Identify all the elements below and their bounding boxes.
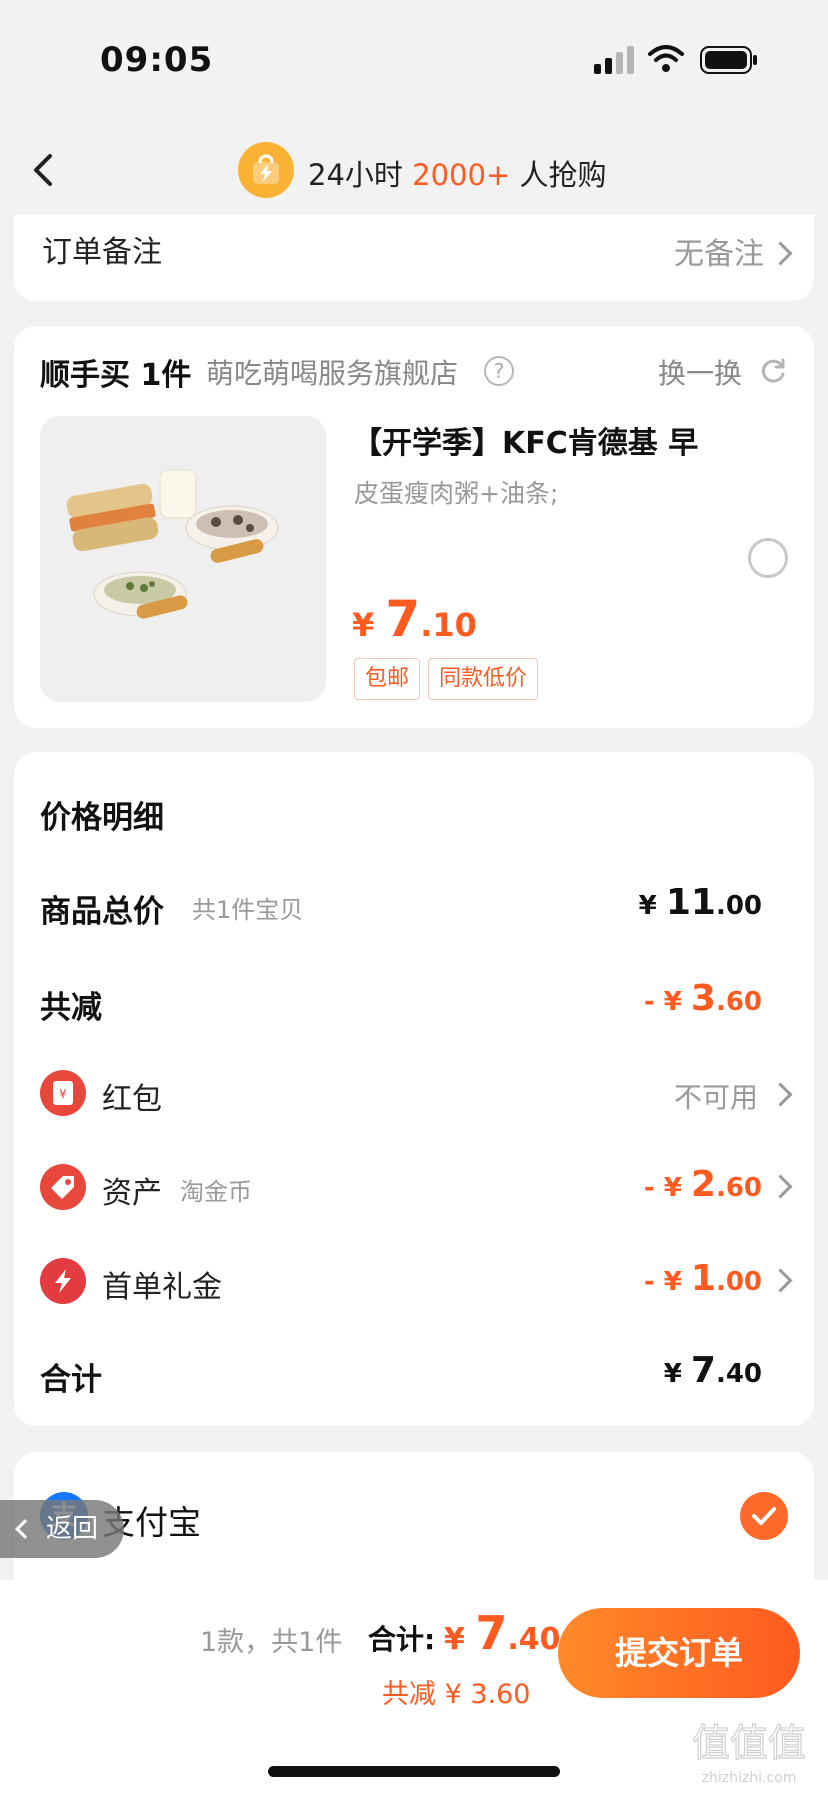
- discount-total-label: 共减: [40, 990, 102, 1026]
- assets-sub: 淘金币: [180, 1178, 252, 1206]
- total-int: 7: [690, 1350, 716, 1391]
- page-title: 24小时 2000+ 人抢购: [308, 152, 606, 194]
- item-count: 1款，共1件: [200, 1627, 343, 1658]
- add-on-select-radio[interactable]: [748, 538, 788, 578]
- add-on-card: 顺手买 1件 萌吃萌喝服务旗舰店 ? 换一换 【开学季】KFC肯德基 早 皮蛋瘦…: [14, 326, 814, 728]
- chevron-right-icon: [772, 243, 786, 267]
- red-packet-icon: ¥: [40, 1070, 86, 1116]
- tag-icon: [40, 1164, 86, 1210]
- product-image[interactable]: [40, 416, 326, 702]
- product-price: ¥ 7.10: [352, 590, 477, 648]
- battery-icon: [700, 46, 757, 74]
- add-on-title: 顺手买 1件: [40, 358, 192, 393]
- product-price-currency: ¥: [352, 606, 386, 644]
- bottom-saving: 共减 ¥ 3.60: [382, 1679, 531, 1710]
- goods-total-label: 商品总价: [40, 894, 164, 930]
- product-price-int: 7: [385, 590, 421, 648]
- assets-amount[interactable]: - ¥ 2.60: [644, 1164, 762, 1205]
- back-chevron-icon[interactable]: [28, 150, 58, 190]
- goods-total-currency: ¥: [638, 891, 666, 921]
- chevron-right-icon: [772, 1084, 786, 1108]
- product-spec: 皮蛋瘦肉粥+油条;: [354, 479, 559, 508]
- discount-total-amount: - ¥ 3.60: [644, 978, 762, 1019]
- goods-total-amount: ¥ 11.00: [639, 882, 762, 923]
- submit-order-button[interactable]: 提交订单: [558, 1608, 800, 1698]
- payment-selected-check-icon[interactable]: [740, 1492, 788, 1540]
- goods-total-sub: 共1件宝贝: [192, 896, 304, 924]
- assets-int: 2: [690, 1164, 716, 1205]
- bottom-total-dec: .40: [507, 1622, 561, 1657]
- watermark-text: 值值值: [692, 1721, 806, 1765]
- red-packet-label: 红包: [102, 1082, 162, 1117]
- goods-total-dec: .00: [715, 891, 762, 921]
- chevron-right-icon: [772, 1270, 786, 1294]
- first-order-amount[interactable]: - ¥ 1.00: [644, 1258, 762, 1299]
- first-order-int: 1: [690, 1258, 716, 1299]
- first-order-label: 首单礼金: [102, 1270, 222, 1305]
- swap-button[interactable]: 换一换: [658, 352, 742, 392]
- red-packet-value[interactable]: 不可用: [674, 1076, 758, 1116]
- bottom-total-int: 7: [475, 1606, 508, 1660]
- tag-low-price: 同款低价: [428, 658, 539, 700]
- bottom-total-label: 合计:: [368, 1623, 436, 1656]
- wifi-icon: [648, 45, 684, 72]
- watermark-logo: 值值值 zhizhizhi.com: [691, 1720, 806, 1786]
- assets-dec: .60: [715, 1173, 762, 1203]
- chevron-right-icon: [772, 1176, 786, 1200]
- price-detail-heading: 价格明细: [40, 800, 164, 836]
- bottom-total-amount: ¥ 7.40: [444, 1606, 561, 1660]
- help-icon[interactable]: ?: [484, 356, 514, 386]
- price-detail-card: 价格明细 商品总价 共1件宝贝 ¥ 11.00 共减 - ¥ 3.60 ¥ 红包…: [14, 752, 814, 1426]
- total-currency: ¥: [663, 1359, 691, 1389]
- discount-total-int: 3: [690, 978, 716, 1019]
- title-prefix: 24小时: [308, 158, 413, 192]
- product-price-dec: .10: [420, 606, 477, 644]
- bottom-total-currency: ¥: [444, 1622, 476, 1657]
- assets-label: 资产: [102, 1176, 162, 1211]
- lightning-icon: [40, 1258, 86, 1304]
- status-bar: 09:05: [0, 0, 828, 120]
- total-label: 合计: [40, 1362, 102, 1398]
- first-order-dec: .00: [715, 1267, 762, 1297]
- watermark-domain: zhizhizhi.com: [702, 1770, 797, 1786]
- order-note-value: 无备注: [674, 237, 764, 272]
- title-suffix: 人抢购: [510, 158, 607, 192]
- first-order-currency: - ¥: [643, 1267, 691, 1297]
- goods-total-int: 11: [665, 882, 716, 923]
- return-label: 返回: [46, 1514, 99, 1544]
- discount-total-currency: - ¥: [643, 987, 691, 1017]
- discount-total-dec: .60: [715, 987, 762, 1017]
- assets-currency: - ¥: [643, 1173, 691, 1203]
- refresh-icon[interactable]: [758, 356, 788, 386]
- cellular-signal-icon: [594, 46, 636, 74]
- back-arrow-icon: [15, 1519, 35, 1539]
- order-note-label: 订单备注: [42, 235, 162, 270]
- title-highlight: 2000+: [412, 158, 511, 192]
- svg-text:¥: ¥: [59, 1087, 67, 1101]
- total-amount: ¥ 7.40: [664, 1350, 762, 1391]
- product-name[interactable]: 【开学季】KFC肯德基 早: [352, 418, 698, 462]
- status-time: 09:05: [100, 40, 214, 80]
- flash-bag-icon: [238, 142, 294, 198]
- tag-free-shipping: 包邮: [354, 658, 421, 700]
- return-button[interactable]: 返回: [0, 1500, 124, 1558]
- order-note-row[interactable]: 订单备注 无备注: [14, 215, 814, 301]
- home-indicator: [268, 1766, 560, 1777]
- total-dec: .40: [715, 1359, 762, 1389]
- store-name[interactable]: 萌吃萌喝服务旗舰店: [206, 352, 458, 392]
